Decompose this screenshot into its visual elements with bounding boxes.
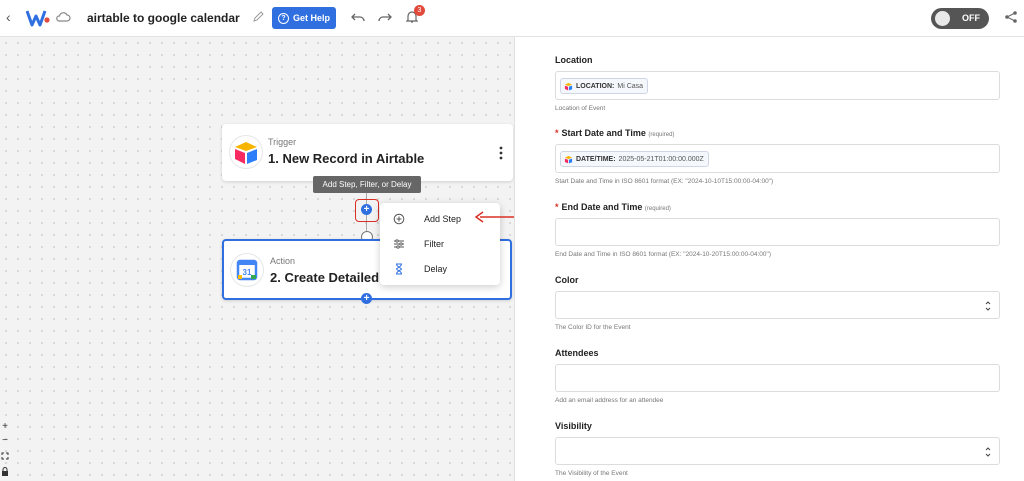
airtable-logo-icon <box>564 82 573 90</box>
top-bar: ‹ airtable to google calendar ? Get Help… <box>0 0 1024 37</box>
airtable-logo-icon <box>564 155 573 163</box>
select-chevron-icon <box>985 447 991 457</box>
cloud-saved-icon <box>56 12 71 22</box>
step-settings-panel: Location LOCATION: Mi Casa Location of E… <box>514 37 1024 481</box>
end-date-label: * End Date and Time (required) <box>555 202 671 212</box>
add-step-below-plus-icon[interactable]: + <box>361 293 372 304</box>
flow-title[interactable]: airtable to google calendar <box>87 11 240 25</box>
get-help-label: Get Help <box>292 13 330 23</box>
get-help-button[interactable]: ? Get Help <box>272 7 336 29</box>
app-logo-icon[interactable] <box>26 9 50 27</box>
share-icon[interactable] <box>1004 10 1018 24</box>
plus-circle-icon <box>393 213 405 225</box>
location-variable-chip[interactable]: LOCATION: Mi Casa <box>560 78 649 94</box>
location-help: Location of Event <box>555 105 606 112</box>
add-step-highlight-box <box>355 199 379 222</box>
start-date-help: Start Date and Time in ISO 8601 format (… <box>555 178 774 185</box>
question-icon: ? <box>277 12 289 24</box>
trigger-node[interactable]: Trigger 1. New Record in Airtable <box>222 124 513 181</box>
end-date-help: End Date and Time in ISO 8601 format (EX… <box>555 251 771 258</box>
start-date-label-text: Start Date and Time <box>561 128 646 138</box>
location-field[interactable]: LOCATION: Mi Casa <box>555 71 1000 100</box>
toggle-label: OFF <box>962 13 980 23</box>
visibility-label: Visibility <box>555 421 592 431</box>
trigger-name: 1. New Record in Airtable <box>268 151 425 166</box>
chip-key: LOCATION: <box>576 82 615 90</box>
flow-on-off-toggle[interactable]: OFF <box>931 8 989 29</box>
end-date-field[interactable] <box>555 218 1000 246</box>
start-date-field[interactable]: DATE/TIME: 2025-05-21T01:00:00.000Z <box>555 144 1000 173</box>
attendees-field[interactable] <box>555 364 1000 392</box>
attendees-help: Add an email address for an attendee <box>555 397 664 404</box>
menu-item-label: Delay <box>424 264 448 274</box>
color-select[interactable] <box>555 291 1000 319</box>
trigger-type-label: Trigger <box>268 137 297 147</box>
required-note: (required) <box>648 132 675 138</box>
redo-icon[interactable] <box>378 11 392 23</box>
airtable-logo-icon <box>230 136 262 168</box>
filter-icon <box>394 239 404 249</box>
zoom-out-button[interactable]: − <box>0 435 10 446</box>
select-chevron-icon <box>985 301 991 311</box>
fit-view-icon[interactable] <box>1 452 9 460</box>
toggle-knob <box>935 11 950 26</box>
start-date-label: * Start Date and Time (required) <box>555 128 675 138</box>
hourglass-icon <box>395 263 403 275</box>
notification-badge: 3 <box>414 5 425 16</box>
visibility-select[interactable] <box>555 437 1000 465</box>
color-label: Color <box>555 275 579 285</box>
svg-text:31: 31 <box>243 268 252 277</box>
chip-value: 2025-05-21T01:00:00.000Z <box>618 155 704 163</box>
action-type-label: Action <box>270 256 296 266</box>
add-step-tooltip: Add Step, Filter, or Delay <box>313 176 421 193</box>
chip-key: DATE/TIME: <box>576 155 616 163</box>
lock-icon[interactable] <box>1 467 9 476</box>
edit-pencil-icon[interactable] <box>252 11 264 23</box>
required-note: (required) <box>644 206 671 212</box>
google-calendar-logo-icon: 31 <box>231 254 263 286</box>
back-chevron-icon[interactable]: ‹ <box>6 9 11 25</box>
chip-value: Mi Casa <box>617 82 644 90</box>
menu-item-delay[interactable]: Delay <box>380 257 500 281</box>
visibility-help: The Visibility of the Event <box>555 470 628 477</box>
menu-item-filter[interactable]: Filter <box>380 232 500 256</box>
undo-icon[interactable] <box>351 11 365 23</box>
end-date-label-text: End Date and Time <box>561 202 643 212</box>
menu-item-label: Filter <box>424 239 444 249</box>
location-label: Location <box>555 55 593 65</box>
color-help: The Color ID for the Event <box>555 324 631 331</box>
kebab-menu-icon[interactable] <box>499 146 503 160</box>
zoom-in-button[interactable]: + <box>0 421 10 432</box>
menu-item-label: Add Step <box>424 214 462 224</box>
start-date-variable-chip[interactable]: DATE/TIME: 2025-05-21T01:00:00.000Z <box>560 151 709 167</box>
attendees-label: Attendees <box>555 348 599 358</box>
